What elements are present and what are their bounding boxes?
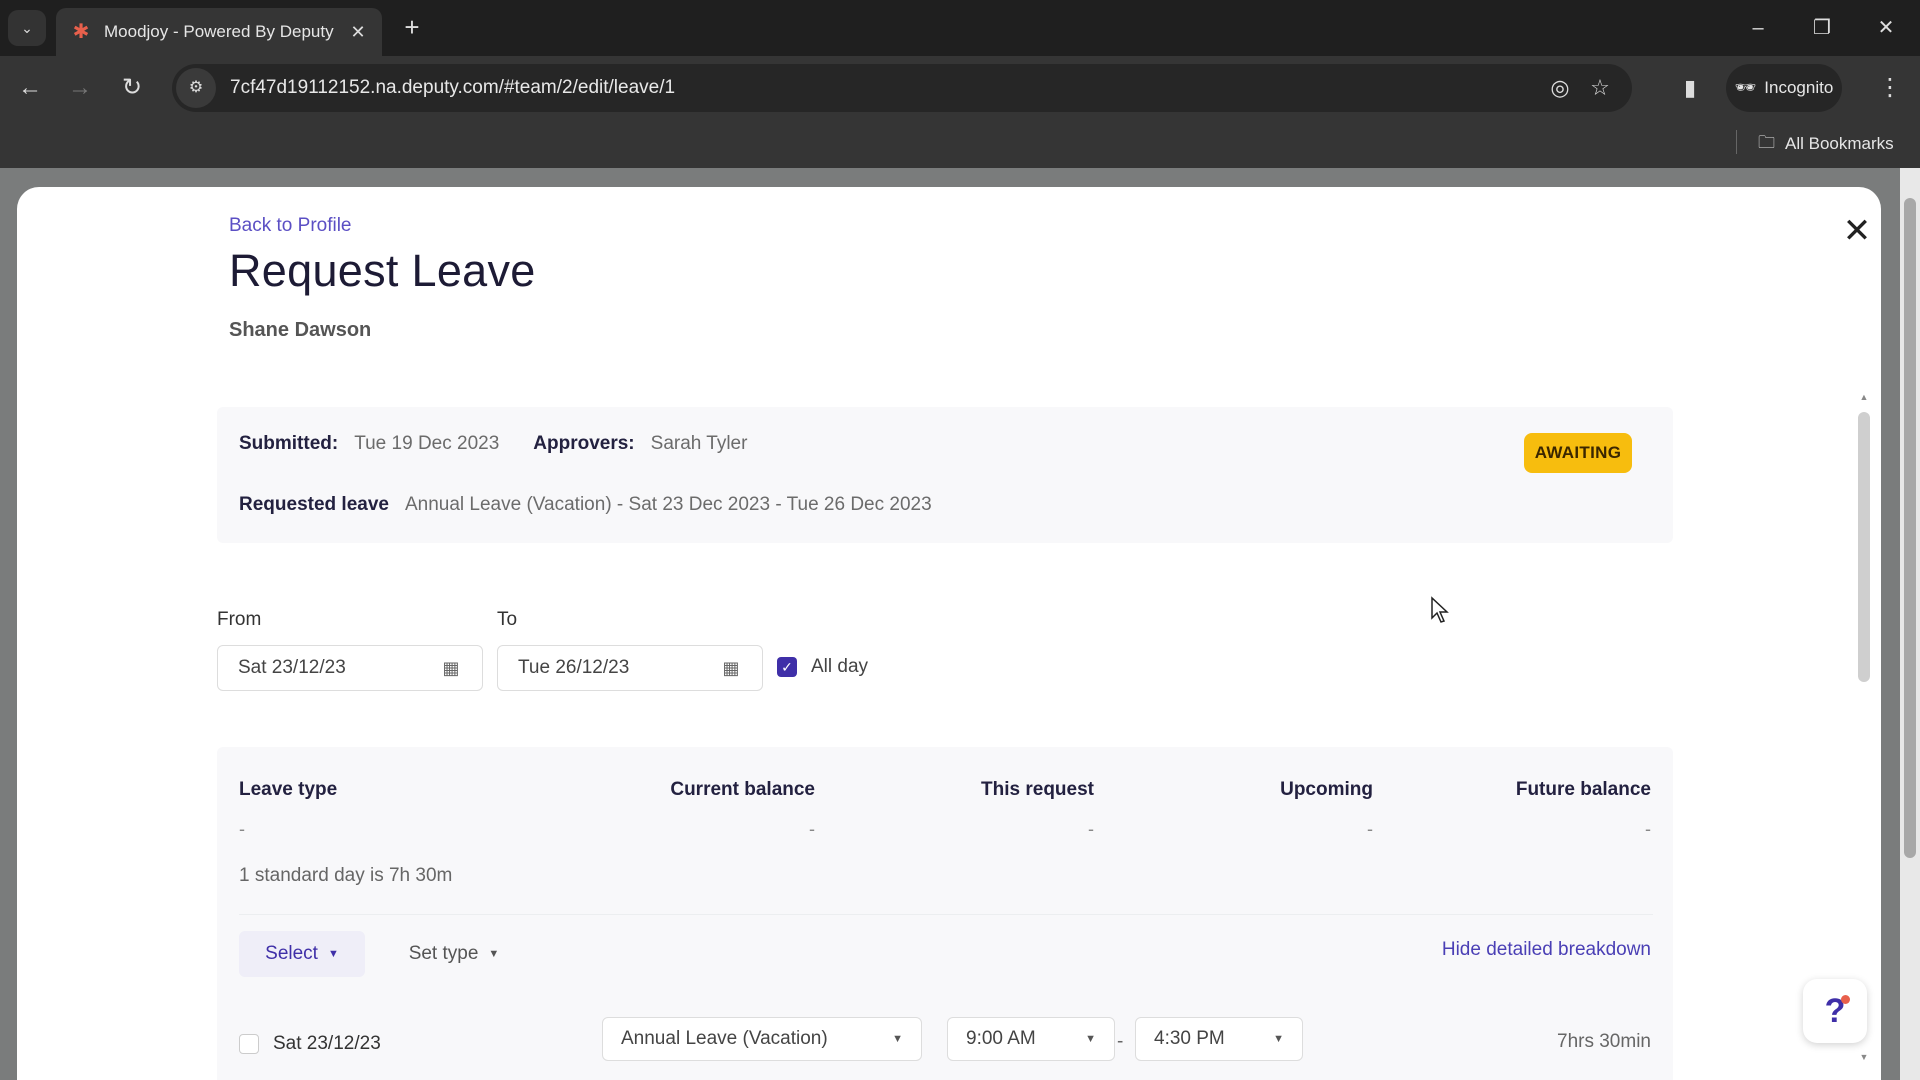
header-current-balance: Current balance (670, 779, 815, 800)
row-duration: 7hrs 30min (1557, 1031, 1651, 1052)
status-badge: AWAITING (1524, 433, 1632, 473)
header-leave-type: Leave type (239, 779, 338, 800)
back-to-profile-link[interactable]: Back to Profile (229, 215, 352, 237)
incognito-icon: 🕶 (1734, 78, 1757, 97)
browser-menu-icon[interactable]: ⋮ (1870, 68, 1910, 108)
page-scrollbar-thumb[interactable] (1904, 198, 1916, 858)
standard-day-note: 1 standard day is 7h 30m (239, 865, 453, 886)
row-checkbox[interactable] (239, 1034, 259, 1054)
start-time-select[interactable]: 9:00 AM ▼ (947, 1017, 1115, 1061)
caret-down-icon: ▼ (327, 948, 339, 960)
mouse-cursor-icon (1431, 596, 1449, 623)
folder-icon: 🗀 (1758, 132, 1775, 152)
request-leave-modal: Back to Profile Request Leave Shane Daws… (17, 187, 1881, 1080)
value-upcoming: - (1367, 819, 1373, 839)
employee-name: Shane Dawson (229, 319, 372, 341)
end-time-value: 4:30 PM (1154, 1028, 1225, 1049)
page-scrollbar[interactable] (1900, 168, 1920, 1080)
bookmark-star-icon[interactable]: ☆ (1580, 75, 1620, 101)
leave-breakdown-panel: Leave type Current balance This request … (217, 747, 1673, 1080)
all-day-toggle[interactable]: ✓ All day (777, 656, 868, 678)
header-future-balance: Future balance (1515, 779, 1651, 800)
breakdown-row-date: Sat 23/12/23 (239, 1033, 381, 1055)
forward-arrow-icon[interactable]: → (60, 68, 100, 108)
tab-search-button[interactable]: ⌄ (8, 10, 46, 46)
browser-toolbar: ← → ↻ ⚙ 7cf47d19112152.na.deputy.com/#te… (0, 56, 1920, 120)
close-icon[interactable]: ✕ (1837, 211, 1877, 251)
approvers-label: Approvers: (533, 433, 635, 454)
set-type-label: Set type (408, 943, 479, 964)
select-label: Select (265, 943, 318, 964)
minimize-icon[interactable]: – (1738, 10, 1778, 46)
tracking-protection-eye-off-icon[interactable]: ◎ (1540, 75, 1580, 101)
divider (239, 914, 1653, 915)
requested-leave-label: Requested leave (239, 494, 389, 515)
value-this-request: - (1088, 819, 1094, 839)
requested-leave-value: Annual Leave (Vacation) - Sat 23 Dec 202… (404, 494, 932, 515)
bookmarks-divider (1736, 130, 1737, 154)
browser-tab-active[interactable]: ✱ Moodjoy - Powered By Deputy ✕ (56, 8, 382, 56)
tab-title: Moodjoy - Powered By Deputy (104, 22, 334, 41)
row-date: Sat 23/12/23 (273, 1033, 381, 1054)
new-tab-button[interactable]: + (396, 12, 428, 44)
end-time-select[interactable]: 4:30 PM ▼ (1135, 1017, 1303, 1061)
modal-scrollbar[interactable]: ▲ ▼ (1855, 392, 1873, 1062)
reload-icon[interactable]: ↻ (112, 68, 152, 108)
header-upcoming: Upcoming (1280, 779, 1373, 800)
url-text[interactable]: 7cf47d19112152.na.deputy.com/#team/2/edi… (230, 77, 1540, 99)
scroll-down-arrow-icon[interactable]: ▼ (1855, 1052, 1873, 1062)
notification-dot (1841, 995, 1850, 1004)
from-date-input[interactable]: Sat 23/12/23 ▦ (217, 645, 483, 691)
set-type-dropdown-button[interactable]: Set type ▼ (391, 931, 517, 977)
incognito-badge[interactable]: 🕶 Incognito (1726, 64, 1842, 112)
all-day-checkbox[interactable]: ✓ (777, 657, 797, 677)
side-panel-icon[interactable]: ▮ (1670, 68, 1710, 108)
all-bookmarks-label: All Bookmarks (1785, 134, 1894, 153)
browser-tabstrip: ⌄ ✱ Moodjoy - Powered By Deputy ✕ + – ❐ … (0, 0, 1920, 56)
to-date-input[interactable]: Tue 26/12/23 ▦ (497, 645, 763, 691)
modal-scrollbar-thumb[interactable] (1858, 412, 1870, 682)
bookmarks-bar: 🗀 All Bookmarks (0, 120, 1920, 168)
time-separator: - (1117, 1031, 1124, 1052)
start-time-value: 9:00 AM (966, 1028, 1036, 1049)
address-bar[interactable]: ⚙ 7cf47d19112152.na.deputy.com/#team/2/e… (172, 64, 1632, 112)
to-date-value: Tue 26/12/23 (518, 657, 630, 678)
scroll-up-arrow-icon[interactable]: ▲ (1855, 392, 1873, 402)
tab-close-icon[interactable]: ✕ (348, 22, 368, 43)
chevron-down-icon: ⌄ (21, 19, 33, 36)
incognito-label: Incognito (1764, 78, 1834, 97)
all-bookmarks-button[interactable]: 🗀 All Bookmarks (1758, 128, 1894, 160)
calendar-icon[interactable]: ▦ (440, 657, 462, 679)
all-day-label: All day (811, 656, 869, 677)
window-close-icon[interactable]: ✕ (1866, 10, 1906, 46)
select-dropdown-button[interactable]: Select ▼ (239, 931, 365, 977)
help-button[interactable]: ? (1803, 979, 1867, 1043)
from-date-value: Sat 23/12/23 (238, 657, 346, 678)
leave-type-select[interactable]: Annual Leave (Vacation) ▼ (602, 1017, 922, 1061)
leave-type-value: Annual Leave (Vacation) (621, 1028, 828, 1049)
header-this-request: This request (981, 779, 1094, 800)
back-arrow-icon[interactable]: ← (10, 68, 50, 108)
caret-down-icon: ▼ (488, 948, 500, 960)
caret-down-icon: ▼ (892, 1033, 903, 1045)
calendar-icon[interactable]: ▦ (720, 657, 742, 679)
to-label: To (497, 609, 518, 630)
value-leave-type: - (239, 819, 245, 839)
approvers-value: Sarah Tyler (650, 433, 748, 454)
site-settings-icon[interactable]: ⚙ (176, 68, 216, 108)
request-summary-panel: Submitted: Tue 19 Dec 2023 Approvers: Sa… (217, 407, 1673, 543)
submitted-label: Submitted: (239, 433, 339, 454)
restore-icon[interactable]: ❐ (1802, 10, 1842, 46)
caret-down-icon: ▼ (1085, 1033, 1096, 1045)
submitted-value: Tue 19 Dec 2023 (354, 433, 500, 454)
page-title: Request Leave (229, 245, 536, 296)
deputy-favicon-icon: ✱ (72, 21, 90, 43)
caret-down-icon: ▼ (1273, 1033, 1284, 1045)
value-current-balance: - (809, 819, 815, 839)
from-label: From (217, 609, 262, 630)
hide-detailed-breakdown-link[interactable]: Hide detailed breakdown (1442, 939, 1651, 961)
value-future-balance: - (1645, 819, 1651, 839)
